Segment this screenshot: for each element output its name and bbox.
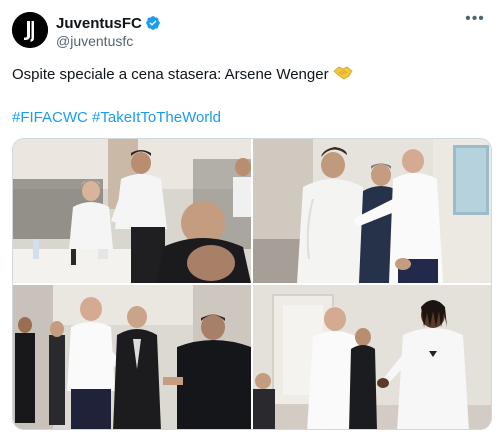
tweet-text: Ospite speciale a cena stasera: Arsene W… bbox=[12, 65, 488, 87]
media-grid bbox=[12, 138, 492, 430]
hashtag-list: #FIFACWC #TakeItToTheWorld bbox=[12, 108, 221, 128]
tweet-body: Ospite speciale a cena stasera: Arsene W… bbox=[12, 66, 329, 83]
author-name-row: JuventusFC bbox=[56, 14, 161, 32]
photo-wenger-player-handshake[interactable] bbox=[253, 285, 491, 429]
author-handle[interactable]: @juventusfc bbox=[56, 33, 133, 49]
more-options-icon[interactable]: ••• bbox=[462, 11, 488, 32]
hashtag-fifacwc[interactable]: #FIFACWC bbox=[12, 109, 88, 126]
photo-dinner-table-greeting[interactable] bbox=[13, 139, 251, 283]
photo-wenger-hug[interactable] bbox=[253, 139, 491, 283]
photo-wenger-staff-handshake[interactable] bbox=[13, 285, 251, 429]
author-display-name[interactable]: JuventusFC bbox=[56, 15, 142, 32]
tweet-header: JuventusFC @juventusfc ••• bbox=[12, 11, 488, 54]
handshake-emoji bbox=[332, 65, 353, 87]
hashtag-takeittotheworld[interactable]: #TakeItToTheWorld bbox=[92, 109, 221, 126]
juventus-logo-icon[interactable] bbox=[12, 12, 48, 48]
verified-badge-icon bbox=[146, 16, 160, 30]
